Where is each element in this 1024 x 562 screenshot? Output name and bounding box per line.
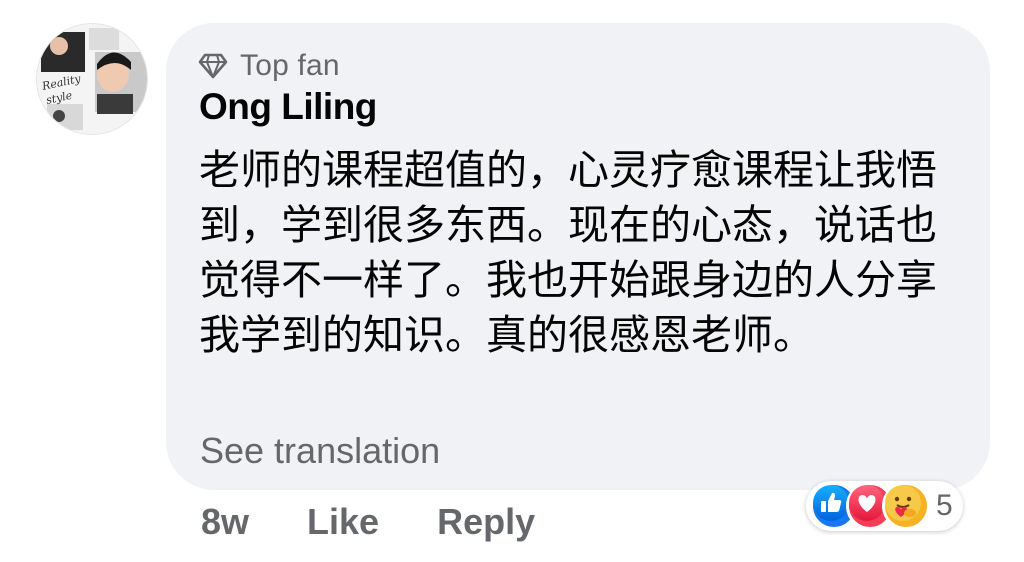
badge-label: Top fan (240, 49, 340, 82)
diamond-icon (198, 53, 228, 79)
care-reaction-icon (882, 482, 930, 530)
reactions-summary[interactable]: 5 (806, 481, 963, 531)
see-translation-link[interactable]: See translation (200, 430, 440, 472)
timestamp[interactable]: 8w (201, 501, 249, 543)
author-name[interactable]: Ong Liling (199, 86, 377, 128)
comment-text: 老师的课程超值的，心灵疗愈课程让我悟到，学到很多东西。现在的心态，说话也觉得不一… (199, 146, 937, 359)
avatar[interactable]: Reality style (37, 24, 147, 134)
top-fan-badge[interactable]: Top fan (198, 46, 340, 86)
like-button[interactable]: Like (307, 501, 379, 543)
reaction-count: 5 (936, 489, 953, 522)
comment-actions: 8w Like Reply (201, 500, 535, 544)
avatar-photo: Reality style (37, 24, 147, 134)
comment-thread: Reality style Top fan Ong Liling 老师的课程超值… (0, 0, 1024, 562)
reply-button[interactable]: Reply (437, 501, 535, 543)
